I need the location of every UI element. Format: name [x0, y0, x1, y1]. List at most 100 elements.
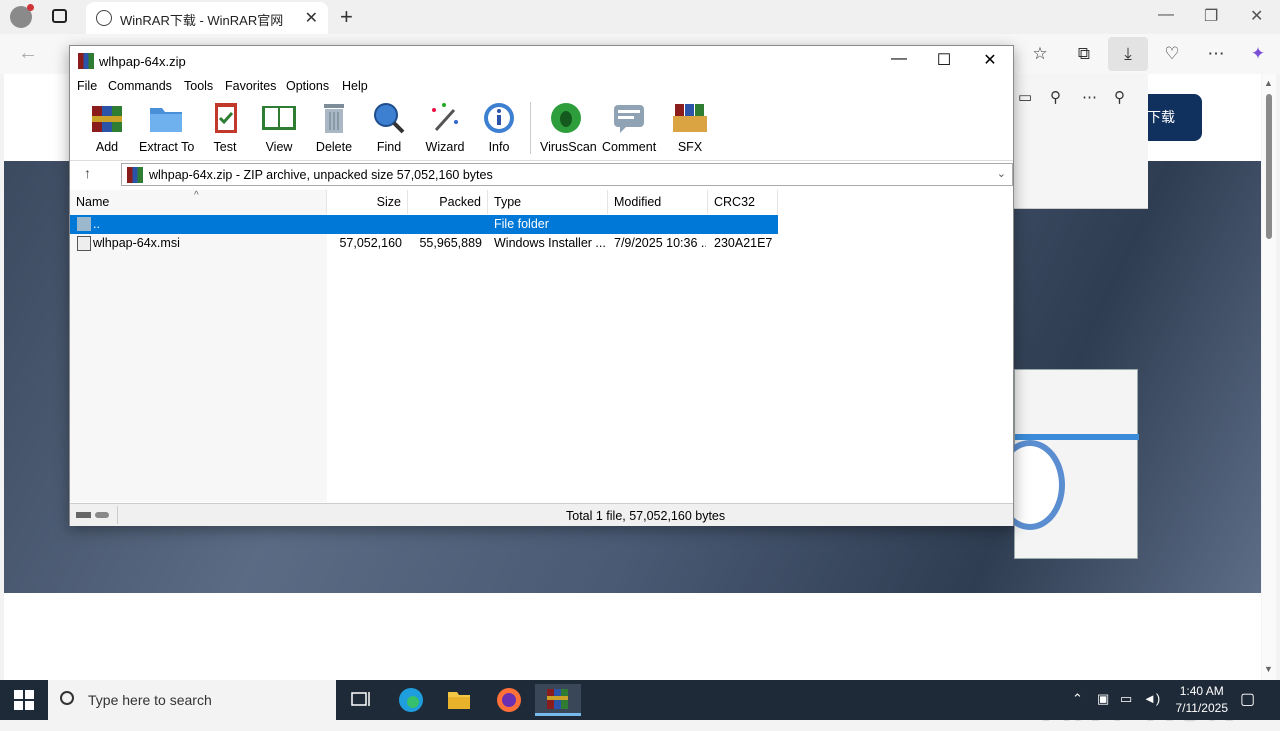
- file-list: Name ^ Size Packed Type Modified CRC32 ..…: [70, 190, 1013, 502]
- scroll-up-arrow-icon[interactable]: ▲: [1264, 78, 1273, 88]
- notification-icon[interactable]: ▢: [1240, 689, 1255, 709]
- menu-options[interactable]: Options: [286, 79, 329, 93]
- browser-tab[interactable]: WinRAR下载 - WinRAR官网 ✕: [86, 2, 328, 34]
- chevron-down-icon[interactable]: ⌄: [997, 167, 1006, 180]
- tray-network-icon[interactable]: ▭: [1120, 691, 1132, 707]
- browser-restore-button[interactable]: ❐: [1204, 6, 1218, 26]
- browser-close-button[interactable]: ✕: [1250, 6, 1263, 26]
- test-label: Test: [213, 140, 237, 154]
- menu-file[interactable]: File: [77, 79, 97, 93]
- menu-favorites[interactable]: Favorites: [225, 79, 276, 93]
- row-type: File folder: [494, 217, 549, 231]
- row-name: wlhpap-64x.msi: [93, 236, 180, 250]
- tab-title: WinRAR下载 - WinRAR官网: [120, 13, 284, 28]
- winrar-maximize-button[interactable]: ☐: [934, 50, 954, 70]
- pin-icon[interactable]: ⚲: [1114, 88, 1125, 106]
- sfx-button[interactable]: SFX: [670, 100, 710, 156]
- browser-minimize-button[interactable]: —: [1158, 6, 1174, 24]
- view-button[interactable]: View: [258, 100, 300, 156]
- file-explorer-icon[interactable]: [439, 684, 479, 716]
- virusscan-bug-icon: [551, 103, 581, 133]
- row-modified: 7/9/2025 10:36 ...: [614, 236, 706, 250]
- download-button[interactable]: 下载: [1144, 94, 1202, 141]
- tray-volume-icon[interactable]: ◄): [1143, 691, 1160, 706]
- collections-icon[interactable]: ⧉: [1072, 42, 1096, 66]
- table-row-msi[interactable]: wlhpap-64x.msi 57,052,160 55,965,889 Win…: [70, 234, 778, 253]
- comment-button[interactable]: Comment: [602, 100, 656, 156]
- info-label: Info: [488, 140, 510, 154]
- menu-help[interactable]: Help: [342, 79, 368, 93]
- find-magnifier-icon: [374, 103, 405, 134]
- winrar-app-icon: [78, 53, 94, 69]
- table-row-parent-folder[interactable]: .. File folder: [70, 215, 778, 234]
- tray-clock[interactable]: 1:40 AM 7/11/2025: [1176, 683, 1229, 717]
- winrar-title-bar[interactable]: wlhpap-64x.zip — ☐ ✕: [70, 46, 1013, 76]
- search-placeholder: Type here to search: [88, 692, 212, 708]
- up-folder-button[interactable]: ↑: [84, 165, 91, 181]
- taskbar: Type here to search ⌃ ▣ ▭ ◄) 1:40 AM 7/1…: [0, 680, 1280, 720]
- firefox-icon[interactable]: [489, 684, 529, 716]
- new-tab-button[interactable]: +: [340, 4, 353, 30]
- find-button[interactable]: Find: [370, 100, 408, 156]
- globe-icon: [96, 10, 112, 26]
- winrar-close-button[interactable]: ✕: [980, 50, 1000, 70]
- favorite-star-icon[interactable]: ☆: [1028, 42, 1052, 66]
- winrar-minimize-button[interactable]: —: [889, 50, 909, 68]
- task-view-icon[interactable]: [340, 684, 380, 716]
- more-menu-icon[interactable]: ⋯: [1204, 42, 1228, 66]
- menu-tools[interactable]: Tools: [184, 79, 213, 93]
- archive-path-field[interactable]: wlhpap-64x.zip - ZIP archive, unpacked s…: [121, 163, 1013, 186]
- edge-browser-icon[interactable]: [391, 684, 431, 716]
- winrar-window: wlhpap-64x.zip — ☐ ✕ File Commands Tools…: [69, 45, 1014, 526]
- page-scrollbar[interactable]: ▲ ▼: [1262, 74, 1276, 680]
- sfx-label: SFX: [677, 140, 703, 154]
- sfx-box-icon: [673, 104, 707, 132]
- delete-label: Delete: [315, 140, 353, 154]
- archive-icon: [127, 167, 143, 183]
- more-options-icon[interactable]: ⋯: [1082, 88, 1097, 106]
- start-windows-icon[interactable]: [14, 690, 34, 710]
- delete-button[interactable]: Delete: [315, 100, 353, 156]
- winrar-preview-image: [995, 369, 1139, 559]
- status-text: Total 1 file, 57,052,160 bytes: [566, 509, 726, 523]
- virusscan-button[interactable]: VirusScan: [540, 100, 597, 156]
- tray-device-icon[interactable]: ▣: [1097, 691, 1109, 707]
- folder-icon[interactable]: ▭: [1018, 88, 1032, 106]
- column-name[interactable]: Name ^: [70, 190, 327, 214]
- search-downloads-icon[interactable]: ⚲: [1050, 88, 1061, 106]
- tab-close-icon[interactable]: ✕: [305, 8, 318, 28]
- archive-path-text: wlhpap-64x.zip - ZIP archive, unpacked s…: [149, 168, 493, 182]
- file-list-header: Name ^ Size Packed Type Modified CRC32: [70, 190, 1013, 214]
- menu-commands[interactable]: Commands: [108, 79, 172, 93]
- preview-selection-bar: [1015, 434, 1139, 440]
- scroll-thumb[interactable]: [1266, 94, 1272, 239]
- profile-avatar-icon[interactable]: [10, 4, 34, 28]
- add-button[interactable]: Add: [87, 100, 127, 156]
- info-button[interactable]: Info: [480, 100, 518, 156]
- column-packed[interactable]: Packed: [408, 190, 488, 214]
- winrar-taskbar-icon[interactable]: [535, 684, 581, 716]
- row-type: Windows Installer ...: [494, 236, 606, 250]
- view-label: View: [265, 140, 293, 154]
- column-type[interactable]: Type: [488, 190, 608, 214]
- taskbar-search-box[interactable]: Type here to search: [48, 680, 336, 720]
- test-button[interactable]: Test: [207, 100, 243, 156]
- tray-chevron-up-icon[interactable]: ⌃: [1072, 691, 1083, 707]
- find-label: Find: [376, 140, 402, 154]
- downloads-icon[interactable]: ⤓: [1108, 37, 1148, 71]
- wizard-button[interactable]: Wizard: [424, 100, 466, 156]
- column-size[interactable]: Size: [327, 190, 408, 214]
- browser-essentials-icon[interactable]: ♡: [1160, 42, 1184, 66]
- column-name-label: Name: [76, 195, 110, 209]
- wizard-wand-icon: [432, 103, 458, 132]
- back-button[interactable]: ←: [18, 42, 38, 65]
- copilot-icon[interactable]: ✦: [1246, 42, 1270, 66]
- extract-to-button[interactable]: Extract To: [139, 100, 194, 156]
- scroll-down-arrow-icon[interactable]: ▼: [1264, 664, 1273, 674]
- row-name: ..: [93, 217, 100, 231]
- row-packed: 55,965,889: [419, 236, 482, 250]
- comment-label: Comment: [602, 140, 657, 154]
- tab-actions-icon[interactable]: [52, 9, 67, 23]
- column-crc32[interactable]: CRC32: [708, 190, 778, 214]
- column-modified[interactable]: Modified: [608, 190, 708, 214]
